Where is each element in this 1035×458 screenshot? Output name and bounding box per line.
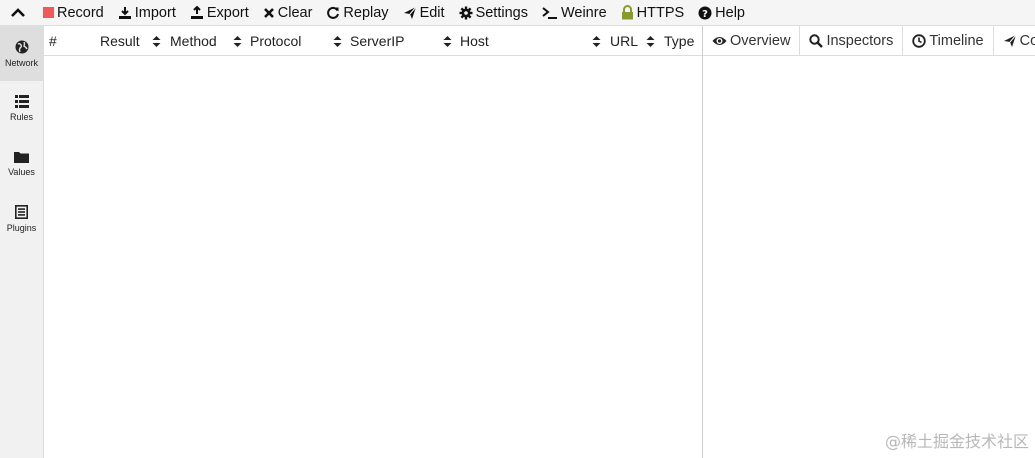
tab-label: Composer [1019, 33, 1035, 49]
clock-icon [912, 34, 927, 48]
import-label: Import [134, 4, 176, 21]
sidebar-item-rules[interactable]: Rules [0, 81, 43, 136]
list-icon [14, 95, 29, 108]
help-button[interactable]: ? Help [691, 0, 752, 26]
sort-icon[interactable] [152, 26, 161, 56]
sort-icon[interactable] [646, 26, 655, 56]
replay-icon [327, 6, 340, 19]
sort-icon[interactable] [233, 26, 242, 56]
edit-icon [403, 6, 416, 19]
export-button[interactable]: Export [183, 0, 256, 26]
tab-overview[interactable]: Overview [703, 26, 801, 56]
table-header: # Result Method Protocol ServerIP Host U… [44, 26, 702, 56]
record-label: Record [57, 4, 104, 21]
column-header-serverip[interactable]: ServerIP [350, 26, 404, 56]
column-header-url[interactable]: URL [610, 26, 638, 56]
tab-timeline[interactable]: Timeline [903, 26, 994, 56]
globe-icon [15, 40, 28, 53]
whistle-app: Record Import Export Clear Replay Edit S… [0, 0, 1035, 458]
sidebar-item-label: Plugins [6, 222, 37, 233]
replay-button[interactable]: Replay [319, 0, 395, 26]
column-header-host[interactable]: Host [460, 26, 489, 56]
record-button[interactable]: Record [36, 0, 111, 26]
export-label: Export [206, 4, 249, 21]
column-header-index[interactable]: # [49, 26, 57, 56]
sort-icon[interactable] [443, 26, 452, 56]
lock-icon [621, 5, 633, 20]
detail-tabs: Overview Inspectors Timeline Composer [703, 26, 1035, 56]
import-icon [118, 6, 131, 19]
top-menu-bar: Record Import Export Clear Replay Edit S… [0, 0, 1035, 26]
https-label: HTTPS [636, 4, 685, 21]
tab-label: Timeline [929, 33, 984, 49]
sort-icon[interactable] [333, 26, 342, 56]
terminal-icon [542, 6, 557, 19]
sidebar-item-label: Rules [9, 112, 33, 122]
column-header-result[interactable]: Result [100, 26, 140, 56]
column-header-type[interactable]: Type [664, 26, 694, 56]
export-icon [190, 5, 203, 19]
replay-label: Replay [343, 4, 389, 21]
svg-text:?: ? [702, 9, 708, 20]
settings-label: Settings [475, 4, 528, 21]
column-header-protocol[interactable]: Protocol [250, 26, 301, 56]
import-button[interactable]: Import [111, 0, 183, 26]
tab-label: Overview [730, 33, 791, 49]
left-sidebar: Network Rules Values Plugins [0, 26, 44, 458]
eye-icon [712, 37, 727, 45]
watermark: @稀土掘金技术社区 [884, 432, 1029, 451]
plugin-icon [15, 204, 28, 219]
tab-label: Inspectors [826, 33, 894, 49]
sidebar-item-network[interactable]: Network [0, 26, 43, 81]
tab-composer[interactable]: Composer [994, 26, 1035, 56]
clear-button[interactable]: Clear [256, 0, 320, 26]
gear-icon [459, 6, 473, 19]
help-icon: ? [698, 6, 712, 20]
chevron-up-icon [11, 7, 25, 17]
help-label: Help [715, 4, 745, 21]
tab-inspectors[interactable]: Inspectors [800, 26, 904, 56]
weinre-label: Weinre [560, 4, 607, 21]
settings-button[interactable]: Settings [452, 0, 535, 26]
search-icon [809, 34, 824, 48]
folder-icon [14, 151, 29, 163]
record-icon [43, 7, 54, 18]
clear-label: Clear [277, 4, 313, 21]
send-icon [1003, 34, 1016, 47]
detail-panel: Overview Inspectors Timeline Composer [703, 26, 1035, 458]
sidebar-item-plugins[interactable]: Plugins [0, 191, 43, 246]
sort-icon[interactable] [592, 26, 601, 56]
sidebar-item-label: Network [4, 57, 38, 68]
weinre-button[interactable]: Weinre [535, 0, 614, 26]
sidebar-item-label: Values [8, 166, 35, 177]
collapse-button[interactable] [0, 0, 36, 26]
edit-button[interactable]: Edit [396, 0, 452, 26]
clear-icon [263, 7, 274, 18]
network-list[interactable]: # Result Method Protocol ServerIP Host U… [44, 26, 702, 458]
https-button[interactable]: HTTPS [614, 0, 692, 26]
edit-label: Edit [419, 4, 445, 21]
column-header-method[interactable]: Method [170, 26, 217, 56]
sidebar-item-values[interactable]: Values [0, 136, 43, 191]
